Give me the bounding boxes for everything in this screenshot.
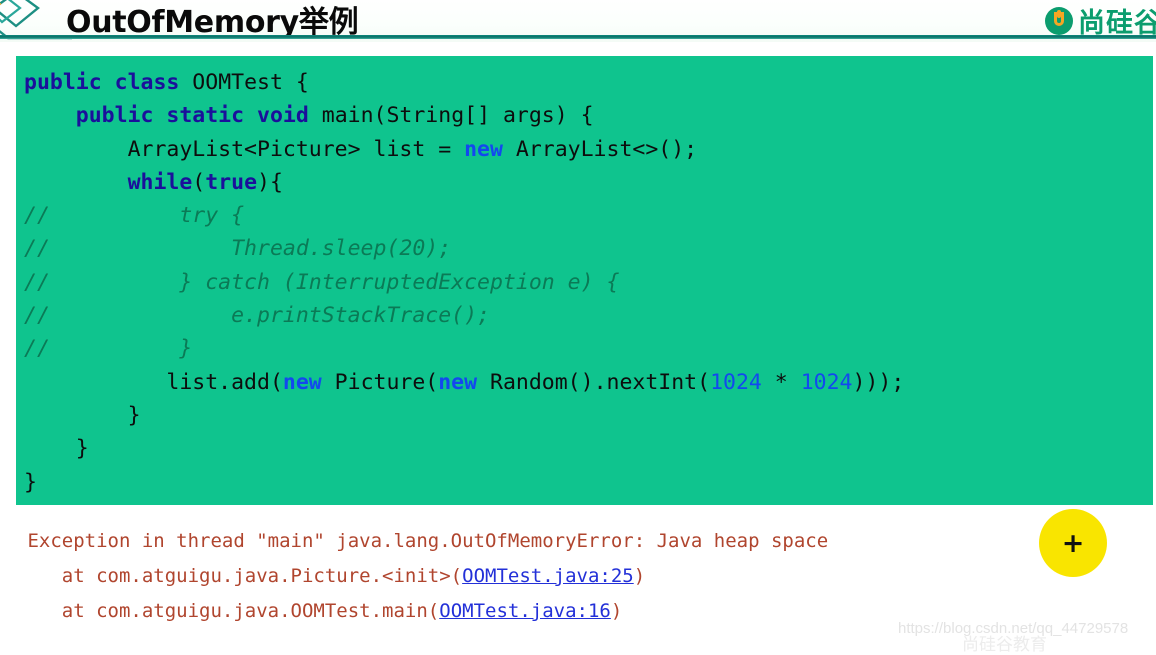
code-token: main(String[] args) {: [308, 103, 594, 129]
code-line: public class OOMTest {: [24, 66, 1153, 99]
code-block: public class OOMTest { public static voi…: [16, 56, 1153, 505]
console-output: Exception in thread "main" java.lang.Out…: [16, 524, 1016, 629]
code-line: // } catch (InterruptedException e) {: [24, 266, 1153, 299]
code-token: class: [114, 70, 180, 95]
code-token: public: [75, 103, 154, 129]
code-token: static: [166, 103, 245, 129]
code-token: (: [192, 169, 206, 195]
code-token: while: [127, 169, 193, 195]
code-line: while(true){: [24, 166, 1153, 199]
code-token: 1024: [710, 369, 762, 395]
add-button[interactable]: +: [1039, 509, 1107, 577]
code-token: OOMTest {: [179, 70, 309, 95]
code-token: )));: [852, 369, 905, 395]
code-token: // } catch (InterruptedException e) {: [24, 269, 620, 295]
code-token: }: [75, 436, 89, 462]
code-token: ArrayList<Picture> list =: [127, 136, 465, 162]
code-token: 1024: [800, 369, 853, 395]
code-token: *: [761, 369, 801, 395]
code-token: new: [464, 136, 503, 162]
plus-icon: +: [1061, 527, 1085, 559]
header-divider: [0, 35, 1156, 39]
code-token: ){: [257, 169, 283, 195]
code-token: // }: [24, 336, 193, 362]
code-token: }: [127, 402, 141, 428]
code-token: // Thread.sleep(20);: [24, 236, 452, 262]
code-line: // }: [24, 332, 1153, 365]
code-token: // try {: [24, 203, 245, 229]
code-token: Random().nextInt(: [477, 369, 711, 395]
code-token: void: [257, 103, 309, 129]
trace-text: ): [610, 600, 623, 622]
code-line: list.add(new Picture(new Random().nextIn…: [24, 366, 1153, 399]
code-token: public: [24, 70, 102, 95]
code-line: }: [24, 466, 1153, 499]
stack-trace-line: Exception in thread "main" java.lang.Out…: [16, 524, 1016, 559]
code-line: ArrayList<Picture> list = new ArrayList<…: [24, 133, 1153, 166]
trace-text: ): [633, 565, 646, 587]
code-line: // try {: [24, 199, 1153, 232]
watermark-brand: 尚硅谷教育: [962, 635, 1047, 655]
code-token: ArrayList<>();: [502, 136, 698, 162]
trace-text: Exception in thread "main" java.lang.Out…: [16, 530, 829, 552]
code-line: public static void main(String[] args) {: [24, 99, 1153, 132]
code-token: }: [24, 469, 37, 495]
code-line: // Thread.sleep(20);: [24, 232, 1153, 265]
code-token: new: [282, 369, 322, 395]
code-token: new: [438, 369, 478, 395]
code-token: list.add(: [166, 369, 283, 395]
source-file-link[interactable]: OOMTest.java:25: [462, 565, 634, 587]
diamond-decoration-icon: [0, 0, 72, 40]
code-line: }: [24, 432, 1153, 465]
trace-text: at com.atguigu.java.Picture.<init>(: [16, 565, 463, 587]
slide-header: OutOfMemory举例 尚硅谷: [0, 0, 1156, 42]
stack-trace-line: at com.atguigu.java.Picture.<init>(OOMTe…: [16, 559, 1016, 594]
atguigu-power-icon: [1045, 6, 1073, 35]
source-file-link[interactable]: OOMTest.java:16: [439, 600, 611, 622]
code-token: true: [205, 169, 258, 195]
code-token: Picture(: [321, 369, 439, 395]
code-line: }: [24, 399, 1153, 432]
trace-text: at com.atguigu.java.OOMTest.main(: [16, 600, 440, 622]
stack-trace-line: at com.atguigu.java.OOMTest.main(OOMTest…: [16, 594, 1016, 629]
code-line: // e.printStackTrace();: [24, 299, 1153, 332]
code-token: // e.printStackTrace();: [24, 303, 490, 329]
